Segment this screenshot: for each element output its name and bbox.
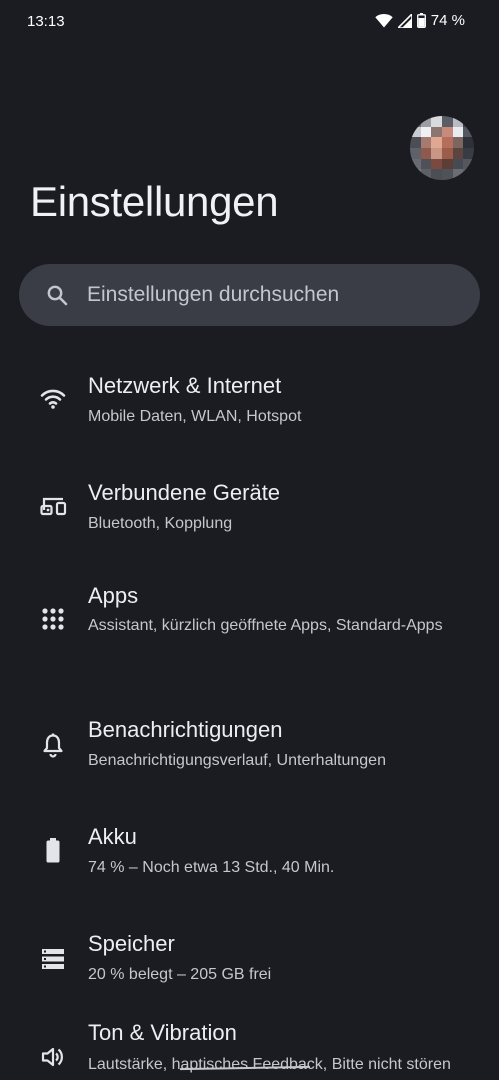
setting-title: Netzwerk & Internet [88,373,282,398]
connected-devices-icon [40,493,67,519]
apps-grid-icon [40,606,66,632]
setting-title: Akku [88,824,137,849]
setting-title: Speicher [88,931,175,956]
setting-subtitle: Bluetooth, Kopplung [88,515,233,532]
setting-subtitle: 20 % belegt – 205 GB frei [88,966,272,983]
setting-item-apps[interactable]: Apps Assistant, kürzlich geöffnete Apps,… [0,555,499,689]
page-title: Einstellungen [30,178,279,225]
setting-subtitle: Benachrichtigungsverlauf, Unterhaltungen [88,752,386,769]
storage-icon [40,946,66,972]
search-bar[interactable]: Einstellungen durchsuchen [19,264,480,326]
bell-icon [40,732,66,758]
setting-subtitle: Lautstärke, haptisches Feedback, Bitte n… [88,1056,451,1073]
setting-title: Benachrichtigungen [88,717,283,742]
setting-item-network[interactable]: Netzwerk & Internet Mobile Daten, WLAN, … [0,345,499,452]
battery-icon [416,13,426,28]
setting-item-connected-devices[interactable]: Verbundene Geräte Bluetooth, Kopplung [0,452,499,555]
volume-icon [40,1044,66,1070]
wifi-icon [40,385,66,411]
setting-subtitle: 74 % – Noch etwa 13 Std., 40 Min. [88,859,335,876]
setting-subtitle: Mobile Daten, WLAN, Hotspot [88,408,302,425]
setting-item-storage[interactable]: Speicher 20 % belegt – 205 GB frei [0,903,499,1006]
wifi-icon [375,13,393,28]
status-icons: 74 % [375,12,465,29]
setting-item-notifications[interactable]: Benachrichtigungen Benachrichtigungsverl… [0,689,499,796]
setting-title: Verbundene Geräte [88,480,281,505]
setting-title: Ton & Vibration [88,1020,237,1045]
battery-icon [40,837,66,863]
setting-item-sound[interactable]: Ton & Vibration Lautstärke, haptisches F… [0,1006,499,1080]
search-input[interactable]: Einstellungen durchsuchen [87,283,339,307]
search-icon [45,283,69,307]
setting-title: Apps [88,583,139,608]
status-time: 13:13 [27,13,65,30]
signal-icon [397,13,412,28]
battery-percent: 74 % [430,12,465,29]
status-bar: 13:13 74 % [0,0,499,44]
avatar[interactable] [410,116,474,180]
setting-item-battery[interactable]: Akku 74 % – Noch etwa 13 Std., 40 Min. [0,796,499,903]
setting-subtitle: Assistant, kürzlich geöffnete Apps, Stan… [88,617,443,634]
